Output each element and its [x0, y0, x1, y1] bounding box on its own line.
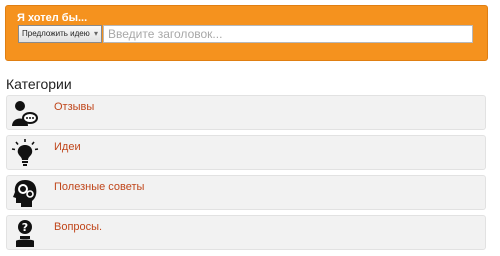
category-label[interactable]: Полезные советы	[54, 181, 144, 193]
title-input[interactable]	[103, 25, 473, 43]
categories-heading: Категории	[6, 76, 72, 92]
suggestion-panel-title: Я хотел бы...	[17, 12, 88, 24]
category-item-ideas[interactable]: Идеи	[6, 135, 486, 170]
category-item-reviews[interactable]: Отзывы	[6, 95, 486, 130]
suggestion-type-select[interactable]: Предложить идею ▾	[18, 25, 102, 43]
speech-bubble-person-icon	[12, 101, 38, 126]
chevron-down-icon: ▾	[93, 29, 98, 38]
suggestion-type-selected: Предложить идею	[22, 29, 90, 38]
category-label[interactable]: Вопросы.	[54, 221, 102, 233]
category-label[interactable]: Отзывы	[54, 101, 94, 113]
head-gears-icon	[13, 180, 37, 207]
category-label[interactable]: Идеи	[54, 141, 81, 153]
light-bulb-icon	[11, 139, 39, 166]
category-item-questions[interactable]: ? Вопросы.	[6, 215, 486, 250]
question-person-icon: ?	[16, 220, 34, 247]
category-list: Отзывы Идеи Полезные советы ? Вопросы.	[6, 95, 486, 255]
suggestion-panel: Я хотел бы... Предложить идею ▾	[5, 5, 488, 61]
category-item-tips[interactable]: Полезные советы	[6, 175, 486, 210]
svg-text:?: ?	[22, 221, 28, 234]
